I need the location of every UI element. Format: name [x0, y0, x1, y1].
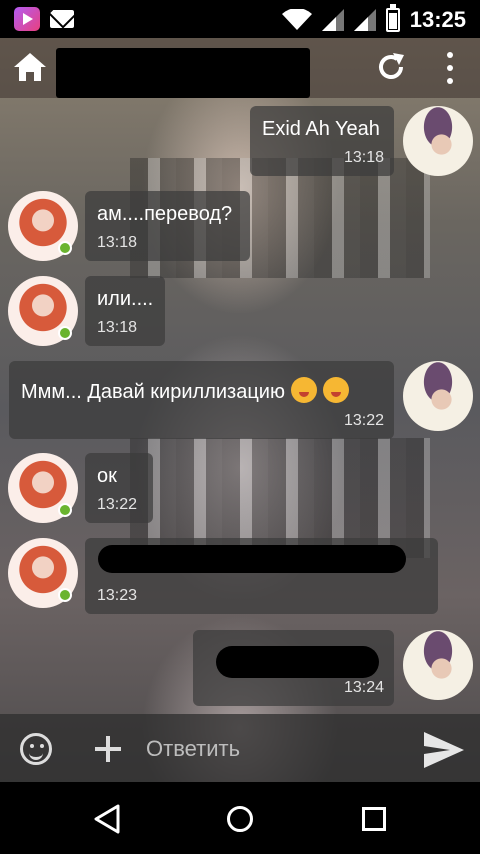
emoji-picker-icon[interactable]	[20, 733, 52, 765]
home-circle-icon[interactable]	[227, 806, 253, 832]
system-navigation-bar	[0, 782, 480, 854]
message-incoming[interactable]: или.... 13:18	[85, 276, 165, 346]
signal-icon-2	[353, 9, 376, 31]
redacted-message-text	[216, 646, 379, 678]
status-clock: 13:25	[409, 7, 466, 32]
message-text-line: Ммм... Давай кириллизацию	[21, 377, 349, 404]
home-icon[interactable]	[13, 52, 47, 82]
wifi-icon	[281, 9, 312, 30]
online-indicator	[58, 326, 72, 340]
message-time: 13:22	[97, 496, 138, 513]
wink-emoji-icon	[322, 377, 349, 403]
message-outgoing[interactable]: Ммм... Давай кириллизацию 13:22	[9, 361, 394, 439]
message-text: или....	[97, 288, 154, 310]
attach-plus-icon[interactable]	[95, 736, 121, 762]
reply-input[interactable]	[146, 732, 396, 766]
online-indicator	[58, 503, 72, 517]
avatar-me[interactable]	[403, 630, 473, 700]
refresh-icon[interactable]	[376, 52, 406, 82]
battery-icon	[385, 4, 400, 32]
message-text: ок	[97, 465, 117, 487]
message-time: 13:18	[97, 319, 138, 336]
message-text: Exid Ah Yeah	[262, 118, 380, 140]
message-time: 13:23	[97, 587, 138, 604]
online-indicator	[58, 588, 72, 602]
back-icon[interactable]	[93, 804, 121, 834]
message-time: 13:18	[343, 149, 384, 166]
mail-icon	[50, 10, 74, 28]
message-time: 13:24	[343, 679, 384, 696]
send-icon[interactable]	[424, 732, 464, 768]
message-text: Ммм... Давай кириллизацию	[21, 381, 285, 403]
message-time: 13:18	[97, 234, 138, 251]
message-outgoing[interactable]: Exid Ah Yeah 13:18	[250, 106, 394, 176]
redacted-chat-title	[56, 48, 310, 98]
tongue-out-emoji-icon	[290, 377, 317, 403]
avatar-me[interactable]	[403, 361, 473, 431]
avatar-me[interactable]	[403, 106, 473, 176]
message-text: ам....перевод?	[97, 203, 233, 225]
redacted-message-text	[98, 545, 406, 573]
message-incoming[interactable]: ок 13:22	[85, 453, 153, 523]
status-bar: 13:25	[0, 0, 480, 38]
message-input-bar	[0, 714, 480, 782]
online-indicator	[58, 241, 72, 255]
more-options-icon[interactable]	[440, 52, 460, 84]
signal-icon	[321, 9, 344, 31]
message-time: 13:22	[343, 412, 384, 429]
message-incoming[interactable]: ам....перевод? 13:18	[85, 191, 250, 261]
video-app-icon	[14, 7, 40, 31]
app-toolbar	[0, 38, 480, 98]
recent-apps-icon[interactable]	[362, 807, 386, 831]
